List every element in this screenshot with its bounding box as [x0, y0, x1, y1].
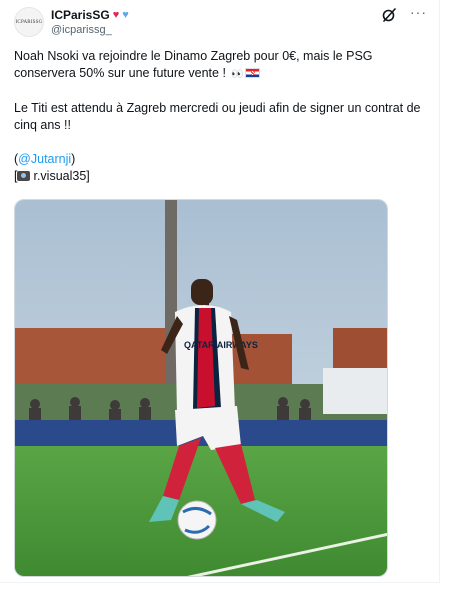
- grok-icon[interactable]: [381, 7, 397, 23]
- author-display-name[interactable]: ICParisSG: [51, 8, 110, 23]
- red-heart-icon: ♥: [112, 9, 120, 21]
- tweet-credit-line: [r.visual35]: [14, 169, 90, 183]
- pole: [165, 200, 177, 415]
- tweet-line-1: Noah Nsoki va rejoindre le Dinamo Zagreb…: [14, 49, 373, 80]
- tweet-paragraph-1: Noah Nsoki va rejoindre le Dinamo Zagreb…: [14, 48, 429, 83]
- photo-credit: r.visual35: [33, 169, 87, 183]
- camera-icon: [17, 171, 31, 181]
- football-photo: QATAR AIRWAYS: [15, 200, 387, 576]
- author-avatar[interactable]: ICPARISSG: [14, 7, 44, 37]
- eyes-emoji-icon: 👀: [231, 69, 243, 80]
- tweet-text: Noah Nsoki va rejoindre le Dinamo Zagreb…: [14, 48, 429, 185]
- author-handle[interactable]: @icparissg_: [51, 23, 129, 37]
- more-options-button[interactable]: ···: [410, 4, 427, 20]
- tweet-paragraph-2: Le Titi est attendu à Zagreb mercredi ou…: [14, 101, 421, 132]
- tweet-photo[interactable]: QATAR AIRWAYS: [14, 199, 388, 577]
- author-display-row[interactable]: ICParisSG ♥ ♥: [51, 8, 129, 23]
- avatar-logo-text: ICPARISSG: [15, 19, 43, 25]
- football: [177, 500, 217, 540]
- jersey-sponsor: QATAR AIRWAYS: [184, 340, 258, 350]
- blue-heart-icon: ♥: [122, 9, 129, 21]
- tent: [323, 368, 387, 414]
- tweet-header: ICPARISSG ICParisSG ♥ ♥ @icparissg_ ···: [14, 4, 427, 40]
- mention-link[interactable]: @Jutarnji: [18, 152, 71, 166]
- tweet-mention-line: (@Jutarnji): [14, 152, 76, 166]
- author-names: ICParisSG ♥ ♥ @icparissg_: [51, 8, 129, 37]
- croatia-flag-icon: [244, 68, 260, 78]
- tweet-card: ICPARISSG ICParisSG ♥ ♥ @icparissg_ ··· …: [0, 0, 440, 583]
